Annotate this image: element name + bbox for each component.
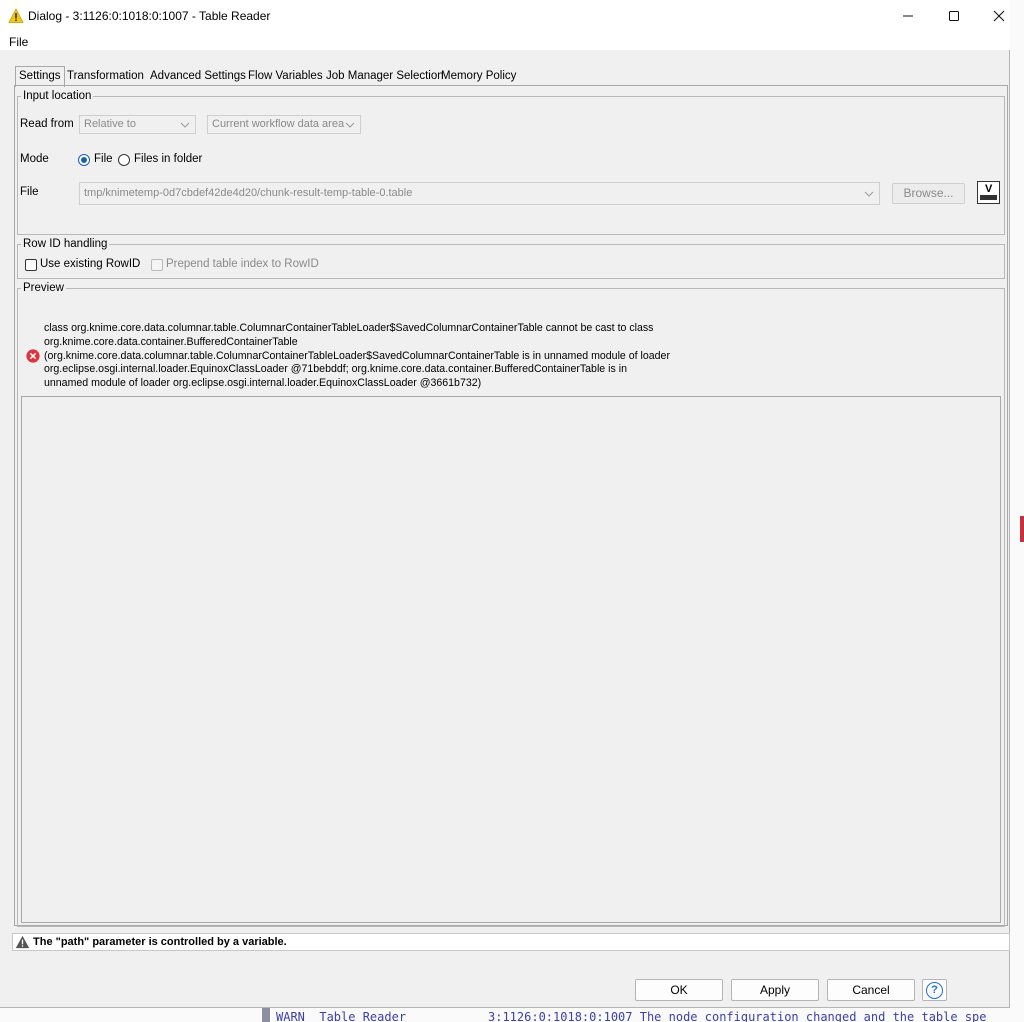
status-message: The "path" parameter is controlled by a … [33,936,287,948]
console-message: 3:1126:0:1018:0:1007 The node configurat… [488,1010,987,1022]
error-line: class org.knime.core.data.columnar.table… [44,322,654,334]
flow-variable-button[interactable]: V [977,181,1000,204]
preview-table[interactable] [21,396,1001,923]
ok-button[interactable]: OK [635,979,723,1001]
warning-icon [15,935,30,949]
title-bar[interactable]: Dialog - 3:1126:0:1018:0:1007 - Table Re… [0,0,1010,32]
use-existing-rowid-checkbox[interactable] [25,259,37,271]
read-from-target-value: Current workflow data area [212,118,345,130]
error-line: (org.knime.core.data.columnar.table.Colu… [44,349,670,362]
read-from-value: Relative to [84,118,136,130]
tab-memory-policy[interactable]: Memory Policy [438,68,519,85]
tab-advanced-settings[interactable]: Advanced Settings [147,68,249,85]
prepend-table-index-label: Prepend table index to RowID [166,258,319,270]
error-line: org.eclipse.osgi.internal.loader.Equinox… [44,363,627,376]
read-from-select[interactable]: Relative to [79,115,196,134]
chevron-down-icon [345,122,355,128]
console-gutter [262,1008,270,1022]
file-path-combo[interactable]: tmp/knimetemp-0d7cbdef42de4d20/chunk-res… [79,182,880,205]
variable-indicator-bar [980,195,997,200]
cancel-button[interactable]: Cancel [827,979,915,1001]
variable-icon: V [985,183,993,195]
maximize-button[interactable] [931,0,977,32]
tab-job-manager-selection[interactable]: Job Manager Selection [323,68,447,85]
error-line: org.knime.core.data.container.BufferedCo… [44,335,298,348]
mode-file-label: File [94,153,113,165]
input-location-legend: Input location [21,90,94,102]
window-title: Dialog - 3:1126:0:1018:0:1007 - Table Re… [28,9,271,23]
warning-app-icon [8,8,24,23]
mode-files-in-folder-label: Files in folder [134,153,203,165]
mode-label: Mode [20,153,49,165]
apply-button[interactable]: Apply [731,979,819,1001]
error-icon [26,349,40,363]
background-app-edge [1010,0,1024,1022]
use-existing-rowid-label: Use existing RowID [40,258,141,270]
background-app-marker [1020,516,1024,542]
tab-transformation[interactable]: Transformation [64,68,147,85]
preview-error-message: class org.knime.core.data.columnar.table… [44,322,684,391]
file-label: File [20,186,39,198]
menu-bar: File [0,32,1010,50]
close-icon [993,10,1005,22]
mode-files-in-folder-radio[interactable] [118,154,130,166]
status-bar: The "path" parameter is controlled by a … [12,933,1010,951]
read-from-target-select[interactable]: Current workflow data area [207,115,361,134]
help-icon: ? [926,982,943,999]
error-line: unnamed module of loader org.eclipse.osg… [44,377,482,390]
chevron-down-icon [864,191,874,197]
console-level: WARN Table Reader [276,1010,407,1022]
close-button[interactable] [976,0,1022,32]
minimize-button[interactable] [885,0,931,32]
browse-button[interactable]: Browse... [892,183,965,204]
background-console: WARN Table Reader 3:1126:0:1018:0:1007 T… [0,1008,1024,1022]
minimize-icon [903,15,913,17]
row-id-legend: Row ID handling [21,238,110,250]
read-from-label: Read from [20,118,74,130]
menu-file[interactable]: File [9,35,28,49]
prepend-table-index-checkbox[interactable] [151,259,163,271]
preview-legend: Preview [21,282,66,294]
tab-flow-variables[interactable]: Flow Variables [245,68,326,85]
file-path-value: tmp/knimetemp-0d7cbdef42de4d20/chunk-res… [84,187,413,199]
help-button[interactable]: ? [922,979,947,1001]
dialog-window: Dialog - 3:1126:0:1018:0:1007 - Table Re… [0,0,1010,1008]
chevron-down-icon [180,122,190,128]
mode-file-radio[interactable] [78,154,90,166]
maximize-icon [949,11,959,21]
tab-settings[interactable]: Settings [15,66,65,87]
